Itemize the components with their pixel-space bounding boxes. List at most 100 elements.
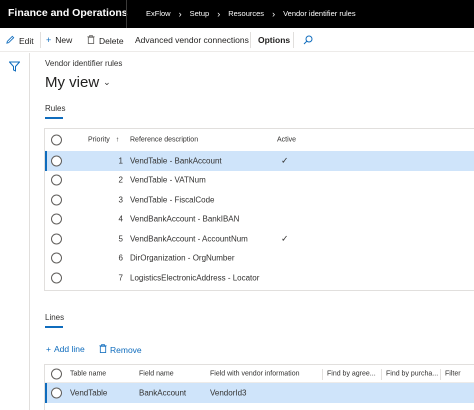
check-icon: ✓ xyxy=(281,155,289,166)
action-divider xyxy=(40,32,41,48)
new-button[interactable]: + New xyxy=(46,35,72,45)
column-header-vendor-field[interactable]: Field with vendor information xyxy=(210,370,300,377)
sort-ascending-icon: ↑ xyxy=(115,136,120,144)
check-icon: ✓ xyxy=(281,233,289,244)
table-name-cell: VendTable xyxy=(70,388,108,398)
priority-cell: 3 xyxy=(118,195,123,205)
priority-cell: 1 xyxy=(118,156,123,166)
field-name-cell: BankAccount xyxy=(139,388,187,398)
top-bar: Finance and Operations ExFlow › Setup › … xyxy=(0,0,474,28)
table-row[interactable]: 6 DirOrganization - OrgNumber xyxy=(45,249,474,269)
advanced-vendor-connections-button[interactable]: Advanced vendor connections xyxy=(135,35,249,45)
reference-cell: VendTable - BankAccount xyxy=(130,156,222,166)
row-select-radio[interactable] xyxy=(51,252,62,264)
search-icon xyxy=(303,35,313,47)
column-header-reference[interactable]: Reference description xyxy=(130,137,198,144)
new-label: New xyxy=(55,35,73,45)
row-select-radio[interactable] xyxy=(51,272,62,284)
lines-grid-header: Table name Field name Field with vendor … xyxy=(45,365,474,383)
action-divider xyxy=(293,32,294,48)
edit-label: Edit xyxy=(19,35,34,46)
remove-label: Remove xyxy=(110,344,142,355)
row-select-radio[interactable] xyxy=(51,155,62,167)
table-row[interactable]: 1 VendTable - BankAccount ✓ xyxy=(45,151,474,171)
add-line-label: Add line xyxy=(53,344,85,354)
column-header-priority[interactable]: Priority ↑ xyxy=(88,137,119,144)
rules-grid-header: Priority ↑ Reference description Active xyxy=(45,129,474,151)
page-title: My view xyxy=(45,74,100,91)
column-header-active[interactable]: Active xyxy=(277,137,296,144)
reference-cell: VendBankAccount - AccountNum xyxy=(130,234,248,244)
table-row[interactable]: VendTable BankAccount VendorId3 xyxy=(45,383,474,403)
breadcrumb-item-exflow[interactable]: ExFlow xyxy=(146,9,171,18)
column-divider xyxy=(440,369,441,380)
section-underline xyxy=(45,117,63,119)
table-row[interactable]: 2 VendTable - VATNum xyxy=(45,171,474,191)
table-row[interactable]: 5 VendBankAccount - AccountNum ✓ xyxy=(45,229,474,249)
chevron-right-icon: › xyxy=(178,8,182,19)
column-divider xyxy=(322,369,323,380)
action-divider xyxy=(250,32,251,48)
table-row[interactable]: 7 LogisticsElectronicAddress - Locator xyxy=(45,268,474,288)
row-select-radio[interactable] xyxy=(51,213,62,225)
row-select-radio[interactable] xyxy=(51,174,62,186)
chevron-right-icon: › xyxy=(272,8,276,19)
options-label: Options xyxy=(258,35,291,45)
search-button[interactable] xyxy=(303,35,317,47)
edit-button[interactable]: Edit xyxy=(6,35,34,46)
priority-cell: 7 xyxy=(118,273,123,283)
table-row[interactable]: 3 VendTable - FiscalCode xyxy=(45,190,474,210)
reference-cell: VendBankAccount - BankIBAN xyxy=(130,214,240,224)
reference-cell: VendTable - VATNum xyxy=(130,175,206,185)
breadcrumb-item-current[interactable]: Vendor identifier rules xyxy=(283,9,356,18)
row-select-radio[interactable] xyxy=(51,194,62,206)
filter-icon[interactable] xyxy=(8,59,21,77)
rules-grid: Priority ↑ Reference description Active … xyxy=(44,128,474,291)
column-header-find-by-purcha[interactable]: Find by purcha... xyxy=(386,370,438,377)
topbar-divider xyxy=(126,0,127,28)
section-underline xyxy=(45,326,63,328)
priority-cell: 6 xyxy=(118,253,123,263)
rules-section-label: Rules xyxy=(45,104,66,113)
priority-cell: 2 xyxy=(118,175,123,185)
row-select-radio[interactable] xyxy=(51,387,62,399)
breadcrumb-item-resources[interactable]: Resources xyxy=(228,9,264,18)
trash-icon xyxy=(99,344,107,355)
chevron-right-icon: › xyxy=(217,8,221,19)
column-header-table-name[interactable]: Table name xyxy=(70,370,106,377)
priority-cell: 4 xyxy=(118,214,123,224)
breadcrumb-item-setup[interactable]: Setup xyxy=(190,9,210,18)
breadcrumb: ExFlow › Setup › Resources › Vendor iden… xyxy=(146,9,356,18)
column-header-field-name[interactable]: Field name xyxy=(139,370,174,377)
action-pane: Edit + New Delete Advanced vendor connec… xyxy=(0,28,474,52)
edit-icon xyxy=(6,35,15,46)
view-selector[interactable]: My view ⌄ xyxy=(45,74,111,91)
priority-header-label: Priority xyxy=(88,136,110,144)
lines-section-label: Lines xyxy=(45,313,65,322)
reference-cell: LogisticsElectronicAddress - Locator xyxy=(130,273,260,283)
reference-cell: DirOrganization - OrgNumber xyxy=(130,253,235,263)
add-line-button[interactable]: + Add line xyxy=(46,344,85,354)
remove-button[interactable]: Remove xyxy=(99,344,142,355)
table-row[interactable]: 4 VendBankAccount - BankIBAN xyxy=(45,210,474,230)
chevron-down-icon: ⌄ xyxy=(103,77,111,87)
advanced-label: Advanced vendor connections xyxy=(135,35,249,45)
delete-label: Delete xyxy=(99,35,124,46)
plus-icon: + xyxy=(46,35,52,45)
column-header-filter[interactable]: Filter xyxy=(445,370,461,377)
delete-button[interactable]: Delete xyxy=(87,35,124,46)
plus-icon: + xyxy=(46,344,51,354)
select-all-radio[interactable] xyxy=(51,368,62,379)
options-tab[interactable]: Options xyxy=(258,35,290,45)
lines-grid: Table name Field name Field with vendor … xyxy=(44,364,474,410)
vendor-field-cell: VendorId3 xyxy=(210,388,247,398)
row-select-radio[interactable] xyxy=(51,233,62,245)
app-title[interactable]: Finance and Operations xyxy=(8,7,128,19)
column-header-find-by-agree[interactable]: Find by agree... xyxy=(327,370,376,377)
page-caption: Vendor identifier rules xyxy=(45,59,123,68)
lines-rows: VendTable BankAccount VendorId3 xyxy=(45,383,474,403)
left-rail xyxy=(0,53,30,410)
priority-cell: 5 xyxy=(118,234,123,244)
reference-cell: VendTable - FiscalCode xyxy=(130,195,215,205)
select-all-radio[interactable] xyxy=(51,134,62,146)
